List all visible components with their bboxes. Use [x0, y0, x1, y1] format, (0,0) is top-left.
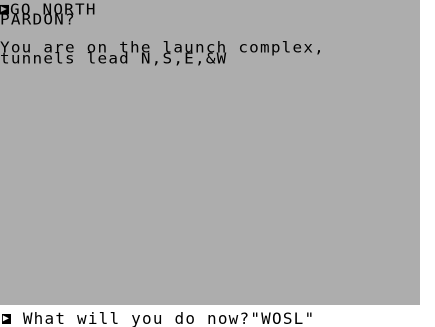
input-prompt-bar[interactable]: ▶ What will you do now?"WOSL" — [0, 305, 420, 327]
response-line: PARDON? — [0, 12, 76, 27]
command-input[interactable]: ▶ What will you do now?"WOSL" — [2, 311, 315, 327]
room-description-line-2: tunnels lead N,S,E,&W — [0, 49, 228, 68]
parser-response: PARDON? — [0, 10, 76, 29]
prompt-arrow-icon: ▶ — [2, 313, 11, 324]
prompt-text: What will you do now?"WOSL" — [12, 309, 316, 327]
game-screen: ▶ GO NORTH PARDON? You are on the launch … — [0, 0, 420, 305]
